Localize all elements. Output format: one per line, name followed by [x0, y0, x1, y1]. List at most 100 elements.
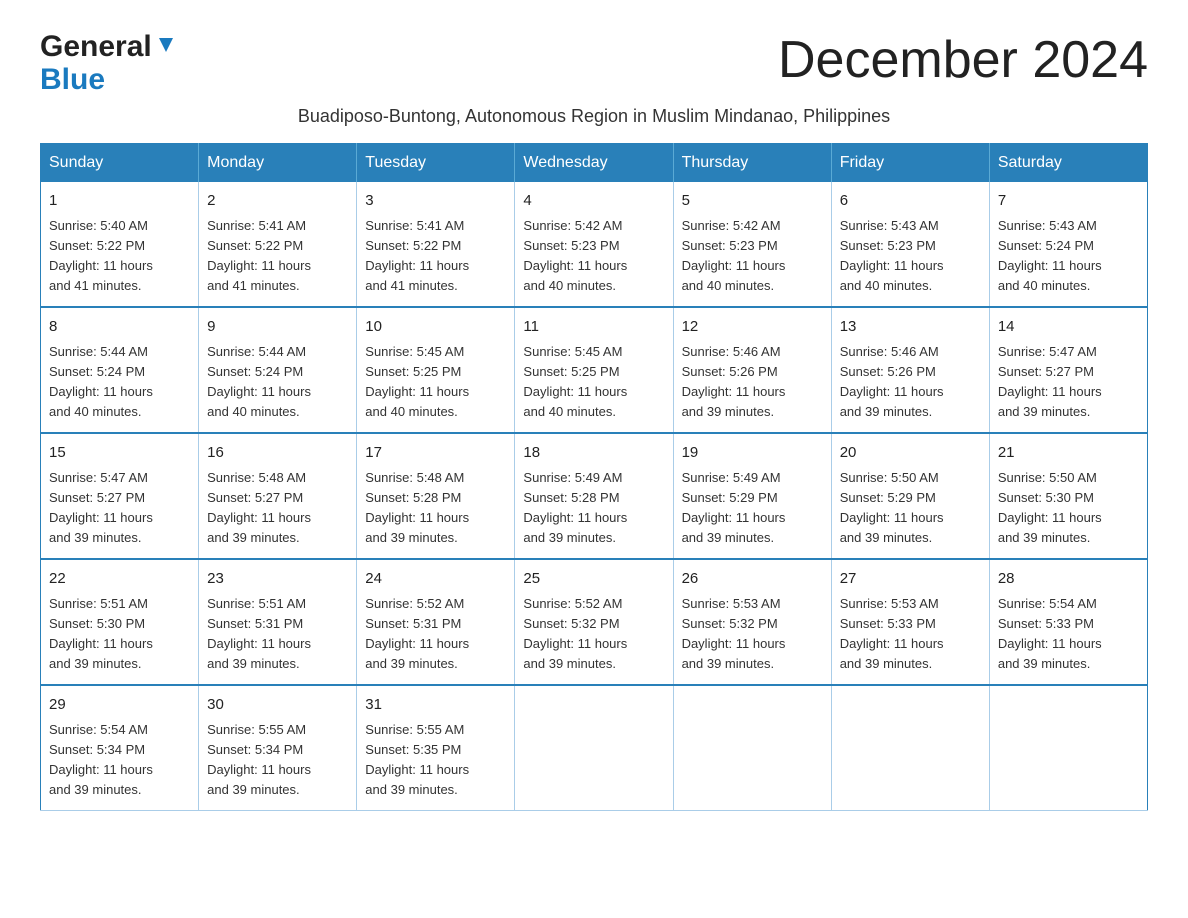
calendar-week-row: 8 Sunrise: 5:44 AMSunset: 5:24 PMDaylight… — [41, 307, 1148, 433]
calendar-week-row: 1Sunrise: 5:40 AMSunset: 5:22 PMDaylight… — [41, 182, 1148, 307]
calendar-cell: 29 Sunrise: 5:54 AMSunset: 5:34 PMDayligh… — [41, 685, 199, 811]
day-number: 27 — [840, 568, 981, 591]
calendar-cell: 5 Sunrise: 5:42 AMSunset: 5:23 PMDaylight… — [673, 182, 831, 307]
calendar-header-tuesday: Tuesday — [357, 144, 515, 183]
day-info: Sunrise: 5:48 AMSunset: 5:27 PMDaylight:… — [207, 470, 311, 545]
day-info: Sunrise: 5:52 AMSunset: 5:32 PMDaylight:… — [523, 596, 627, 671]
day-number: 20 — [840, 442, 981, 465]
day-number: 15 — [49, 442, 190, 465]
calendar-cell: 2Sunrise: 5:41 AMSunset: 5:22 PMDaylight… — [199, 182, 357, 307]
calendar-table: SundayMondayTuesdayWednesdayThursdayFrid… — [40, 143, 1148, 811]
calendar-cell: 1Sunrise: 5:40 AMSunset: 5:22 PMDaylight… — [41, 182, 199, 307]
day-info: Sunrise: 5:43 AMSunset: 5:23 PMDaylight:… — [840, 218, 944, 293]
day-info: Sunrise: 5:50 AMSunset: 5:29 PMDaylight:… — [840, 470, 944, 545]
calendar-cell: 27Sunrise: 5:53 AMSunset: 5:33 PMDayligh… — [831, 559, 989, 685]
calendar-cell: 13Sunrise: 5:46 AMSunset: 5:26 PMDayligh… — [831, 307, 989, 433]
day-number: 18 — [523, 442, 664, 465]
day-number: 14 — [998, 316, 1139, 339]
day-info: Sunrise: 5:50 AMSunset: 5:30 PMDaylight:… — [998, 470, 1102, 545]
calendar-cell: 24 Sunrise: 5:52 AMSunset: 5:31 PMDayligh… — [357, 559, 515, 685]
calendar-cell: 14 Sunrise: 5:47 AMSunset: 5:27 PMDayligh… — [989, 307, 1147, 433]
calendar-cell: 28 Sunrise: 5:54 AMSunset: 5:33 PMDayligh… — [989, 559, 1147, 685]
day-info: Sunrise: 5:49 AMSunset: 5:29 PMDaylight:… — [682, 470, 786, 545]
calendar-cell: 4Sunrise: 5:42 AMSunset: 5:23 PMDaylight… — [515, 182, 673, 307]
header-area: General Blue December 2024 — [40, 30, 1148, 96]
calendar-cell: 9 Sunrise: 5:44 AMSunset: 5:24 PMDaylight… — [199, 307, 357, 433]
calendar-header-thursday: Thursday — [673, 144, 831, 183]
day-info: Sunrise: 5:47 AMSunset: 5:27 PMDaylight:… — [49, 470, 153, 545]
calendar-cell: 20 Sunrise: 5:50 AMSunset: 5:29 PMDayligh… — [831, 433, 989, 559]
calendar-cell: 6 Sunrise: 5:43 AMSunset: 5:23 PMDaylight… — [831, 182, 989, 307]
calendar-header-monday: Monday — [199, 144, 357, 183]
calendar-week-row: 29 Sunrise: 5:54 AMSunset: 5:34 PMDayligh… — [41, 685, 1148, 811]
logo-general-text: General — [40, 30, 152, 63]
day-info: Sunrise: 5:43 AMSunset: 5:24 PMDaylight:… — [998, 218, 1102, 293]
day-number: 23 — [207, 568, 348, 591]
day-info: Sunrise: 5:49 AMSunset: 5:28 PMDaylight:… — [523, 470, 627, 545]
calendar-cell: 15 Sunrise: 5:47 AMSunset: 5:27 PMDayligh… — [41, 433, 199, 559]
day-info: Sunrise: 5:41 AMSunset: 5:22 PMDaylight:… — [365, 218, 469, 293]
calendar-cell: 17 Sunrise: 5:48 AMSunset: 5:28 PMDayligh… — [357, 433, 515, 559]
day-number: 17 — [365, 442, 506, 465]
calendar-cell: 26Sunrise: 5:53 AMSunset: 5:32 PMDayligh… — [673, 559, 831, 685]
calendar-cell: 25 Sunrise: 5:52 AMSunset: 5:32 PMDayligh… — [515, 559, 673, 685]
calendar-header-wednesday: Wednesday — [515, 144, 673, 183]
day-number: 31 — [365, 694, 506, 717]
day-number: 5 — [682, 190, 823, 213]
day-info: Sunrise: 5:53 AMSunset: 5:32 PMDaylight:… — [682, 596, 786, 671]
day-info: Sunrise: 5:45 AMSunset: 5:25 PMDaylight:… — [365, 344, 469, 419]
day-number: 28 — [998, 568, 1139, 591]
calendar-cell: 19 Sunrise: 5:49 AMSunset: 5:29 PMDayligh… — [673, 433, 831, 559]
day-info: Sunrise: 5:47 AMSunset: 5:27 PMDaylight:… — [998, 344, 1102, 419]
calendar-cell — [831, 685, 989, 811]
day-number: 4 — [523, 190, 664, 213]
subtitle: Buadiposo-Buntong, Autonomous Region in … — [40, 106, 1148, 127]
day-info: Sunrise: 5:51 AMSunset: 5:30 PMDaylight:… — [49, 596, 153, 671]
day-number: 6 — [840, 190, 981, 213]
page-title: December 2024 — [778, 30, 1148, 90]
day-info: Sunrise: 5:54 AMSunset: 5:33 PMDaylight:… — [998, 596, 1102, 671]
day-info: Sunrise: 5:45 AMSunset: 5:25 PMDaylight:… — [523, 344, 627, 419]
day-number: 21 — [998, 442, 1139, 465]
calendar-cell: 8Sunrise: 5:44 AMSunset: 5:24 PMDaylight… — [41, 307, 199, 433]
day-info: Sunrise: 5:46 AMSunset: 5:26 PMDaylight:… — [682, 344, 786, 419]
day-number: 25 — [523, 568, 664, 591]
logo-blue-text: Blue — [40, 63, 105, 96]
day-info: Sunrise: 5:48 AMSunset: 5:28 PMDaylight:… — [365, 470, 469, 545]
day-info: Sunrise: 5:55 AMSunset: 5:34 PMDaylight:… — [207, 722, 311, 797]
calendar-cell: 21 Sunrise: 5:50 AMSunset: 5:30 PMDayligh… — [989, 433, 1147, 559]
calendar-cell — [673, 685, 831, 811]
calendar-cell: 3 Sunrise: 5:41 AMSunset: 5:22 PMDaylight… — [357, 182, 515, 307]
calendar-header-sunday: Sunday — [41, 144, 199, 183]
day-info: Sunrise: 5:55 AMSunset: 5:35 PMDaylight:… — [365, 722, 469, 797]
day-info: Sunrise: 5:51 AMSunset: 5:31 PMDaylight:… — [207, 596, 311, 671]
calendar-header-saturday: Saturday — [989, 144, 1147, 183]
day-info: Sunrise: 5:52 AMSunset: 5:31 PMDaylight:… — [365, 596, 469, 671]
calendar-header-friday: Friday — [831, 144, 989, 183]
day-number: 24 — [365, 568, 506, 591]
day-number: 16 — [207, 442, 348, 465]
calendar-cell: 23 Sunrise: 5:51 AMSunset: 5:31 PMDayligh… — [199, 559, 357, 685]
day-number: 19 — [682, 442, 823, 465]
day-number: 3 — [365, 190, 506, 213]
calendar-week-row: 22Sunrise: 5:51 AMSunset: 5:30 PMDayligh… — [41, 559, 1148, 685]
day-number: 13 — [840, 316, 981, 339]
calendar-cell: 31 Sunrise: 5:55 AMSunset: 5:35 PMDayligh… — [357, 685, 515, 811]
logo-arrow-icon — [155, 34, 177, 56]
calendar-cell: 12Sunrise: 5:46 AMSunset: 5:26 PMDayligh… — [673, 307, 831, 433]
day-info: Sunrise: 5:44 AMSunset: 5:24 PMDaylight:… — [207, 344, 311, 419]
calendar-cell — [515, 685, 673, 811]
day-number: 8 — [49, 316, 190, 339]
day-number: 9 — [207, 316, 348, 339]
calendar-header-row: SundayMondayTuesdayWednesdayThursdayFrid… — [41, 144, 1148, 183]
day-number: 30 — [207, 694, 348, 717]
day-number: 11 — [523, 316, 664, 339]
day-info: Sunrise: 5:42 AMSunset: 5:23 PMDaylight:… — [682, 218, 786, 293]
day-number: 29 — [49, 694, 190, 717]
calendar-cell: 11 Sunrise: 5:45 AMSunset: 5:25 PMDayligh… — [515, 307, 673, 433]
calendar-cell: 7Sunrise: 5:43 AMSunset: 5:24 PMDaylight… — [989, 182, 1147, 307]
calendar-cell: 18 Sunrise: 5:49 AMSunset: 5:28 PMDayligh… — [515, 433, 673, 559]
calendar-cell: 10Sunrise: 5:45 AMSunset: 5:25 PMDayligh… — [357, 307, 515, 433]
day-info: Sunrise: 5:54 AMSunset: 5:34 PMDaylight:… — [49, 722, 153, 797]
calendar-cell — [989, 685, 1147, 811]
